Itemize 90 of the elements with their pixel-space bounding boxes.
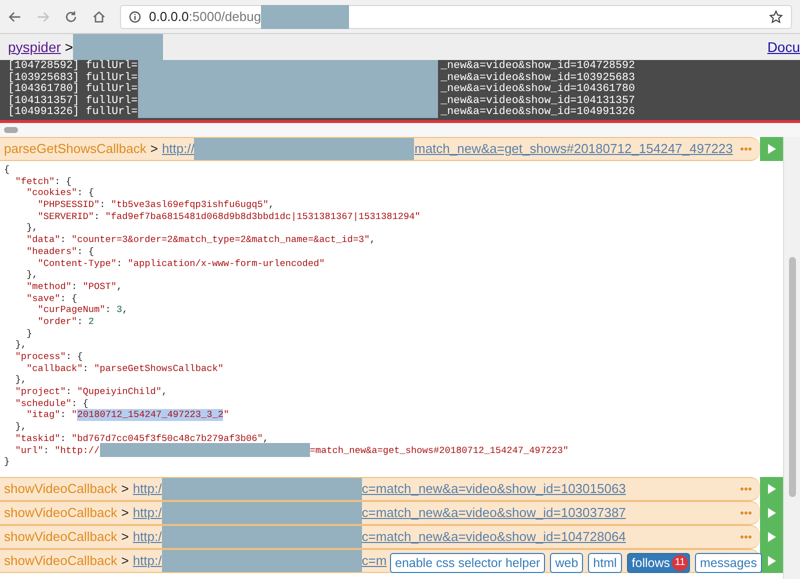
url-link[interactable]: c=match_new&a=video&show_id=103037387 — [362, 503, 626, 523]
panel-tab[interactable]: html — [588, 553, 622, 573]
code-line: "SERVERID": "fad9ef7ba6815481d068d9b8d3bbd1dc|1531381367|1531381294" — [36, 210, 422, 222]
panel-tab[interactable]: messages — [695, 553, 762, 573]
code-line: "callback": "parseGetShowsCallback" — [26, 362, 224, 374]
task-row[interactable]: showVideoCallback > http:/ c=match_new&a=video&show_id=103015063 — [0, 476, 760, 501]
url-link[interactable]: http:/ — [132, 527, 162, 547]
docs-link[interactable]: Docu — [767, 36, 800, 58]
code-line: "cookies": { — [26, 187, 96, 200]
callback-name[interactable]: showVideoCallback — [4, 503, 118, 523]
code-line: "method": "POST", — [26, 280, 124, 293]
code-line: }, — [26, 269, 39, 281]
code-line: "order": 2 — [36, 316, 96, 328]
log-line-end: _new&a=video&show_id=104728592 — [440, 61, 635, 72]
url-link[interactable]: http:/ — [132, 503, 162, 523]
task-row[interactable]: showVideoCallback > http:/ c=match_new&a=video&show_id=104728064 — [0, 524, 760, 549]
breadcrumb-link[interactable]: pyspider — [8, 36, 61, 58]
more-icon[interactable] — [740, 510, 752, 515]
task-row[interactable]: showVideoCallback > http:/ c=match_new&a=video&show_id=103037387 — [0, 500, 760, 525]
callback-name[interactable]: showVideoCallback — [4, 479, 118, 499]
play-icon — [768, 144, 776, 154]
callback-name[interactable]: showVideoCallback — [4, 551, 118, 571]
code-line: "data": "counter=3&order=2&match_type=2&match_name=&act_id=3", — [26, 234, 376, 246]
code-line: "url": "http:// =match_new&a=get_shows#20180712_154247_497223" — [14, 444, 570, 456]
separator: > — [121, 528, 129, 546]
task-row[interactable]: parseGetShowsCallback > http:// match_new&a=get_shows#20180712_154247_497223 — [0, 137, 760, 161]
more-icon[interactable] — [740, 534, 752, 539]
run-button[interactable] — [760, 476, 783, 501]
run-button[interactable] — [760, 137, 783, 161]
reload-icon[interactable] — [64, 10, 78, 24]
code-line: }, — [14, 374, 28, 386]
play-icon — [768, 532, 776, 542]
more-icon[interactable] — [740, 147, 752, 151]
scrollbar-thumb[interactable] — [4, 127, 18, 133]
panel-tab[interactable]: follows 11 — [626, 553, 690, 573]
url-link[interactable]: http:// — [162, 139, 194, 159]
url-host: 0.0.0.0 — [149, 8, 189, 26]
scrollbar-thumb[interactable] — [788, 257, 796, 497]
code-line: "PHPSESSID": "tb5ve3asl69efqp3ishfu6ugq5", — [36, 199, 276, 211]
code-line: }, — [26, 222, 39, 234]
breadcrumb-separator: > — [64, 38, 74, 56]
code-line: } — [26, 328, 34, 340]
code-line: "headers": { — [26, 246, 96, 258]
play-icon — [768, 484, 776, 494]
log-line-end: _new&a=video&show_id=104991326 — [440, 107, 635, 118]
log-line-start: [104131357] fullUrl= — [8, 96, 138, 106]
back-icon[interactable] — [8, 10, 22, 24]
count-badge: 11 — [672, 555, 688, 571]
code-line: "taskid": "bd767d7cc045f3f50c48c7b279af3b06", — [14, 432, 270, 444]
separator: > — [150, 140, 158, 158]
code-line: }, — [14, 339, 28, 351]
log-line-start: [104991326] fullUrl= — [8, 107, 138, 118]
play-icon — [768, 556, 776, 566]
code-line: }, — [14, 421, 28, 433]
log-line-end: _new&a=video&show_id=103925683 — [440, 72, 635, 84]
code-line: { — [4, 164, 11, 176]
code-line: "itag": "20180712_154247_497223_3_2" — [26, 409, 230, 422]
panel-tab[interactable]: enable css selector helper — [390, 553, 546, 573]
home-icon[interactable] — [92, 10, 106, 24]
url-path: :5000/debug — [188, 8, 262, 26]
separator: > — [121, 552, 129, 570]
code-line: "schedule": { — [14, 398, 90, 410]
callback-name[interactable]: parseGetShowsCallback — [4, 139, 146, 159]
code-line: } — [4, 456, 11, 468]
play-icon — [768, 508, 776, 518]
code-line: "process": { — [14, 351, 84, 363]
log-line-end: _new&a=video&show_id=104131357 — [440, 96, 635, 106]
callback-name[interactable]: showVideoCallback — [4, 527, 118, 547]
url-link[interactable]: c=m — [362, 551, 387, 571]
panel-tab[interactable]: web — [550, 553, 584, 573]
url-link[interactable]: match_new&a=get_shows#20180712_154247_497223 — [414, 139, 733, 159]
code-line: "curPageNum": 3, — [36, 304, 129, 316]
code-line: "Content-Type": "application/x-www-form-urlencoded" — [36, 258, 326, 270]
url-link[interactable]: http:/ — [132, 551, 162, 571]
star-icon[interactable] — [769, 10, 783, 24]
url-link[interactable]: c=match_new&a=video&show_id=103015063 — [362, 479, 626, 499]
code-line: "project": "QupeiyinChild", — [14, 386, 168, 398]
log-line-start: [103925683] fullUrl= — [8, 72, 138, 84]
url-link[interactable]: http:/ — [132, 479, 162, 499]
log-line-end: _new&a=video&show_id=104361780 — [440, 84, 635, 95]
separator: > — [121, 480, 129, 498]
info-icon[interactable] — [129, 10, 141, 22]
code-line: "save": { — [26, 292, 78, 304]
log-line-start: [104361780] fullUrl= — [8, 84, 138, 95]
more-icon[interactable] — [740, 486, 752, 491]
separator: > — [121, 504, 129, 522]
code-line: "fetch": { — [14, 176, 73, 188]
url-link[interactable]: c=match_new&a=video&show_id=104728064 — [362, 527, 626, 547]
address-bar[interactable]: 0.0.0.0:5000/debug — [120, 4, 792, 28]
log-line-start: [104728592] fullUrl= — [8, 61, 138, 72]
